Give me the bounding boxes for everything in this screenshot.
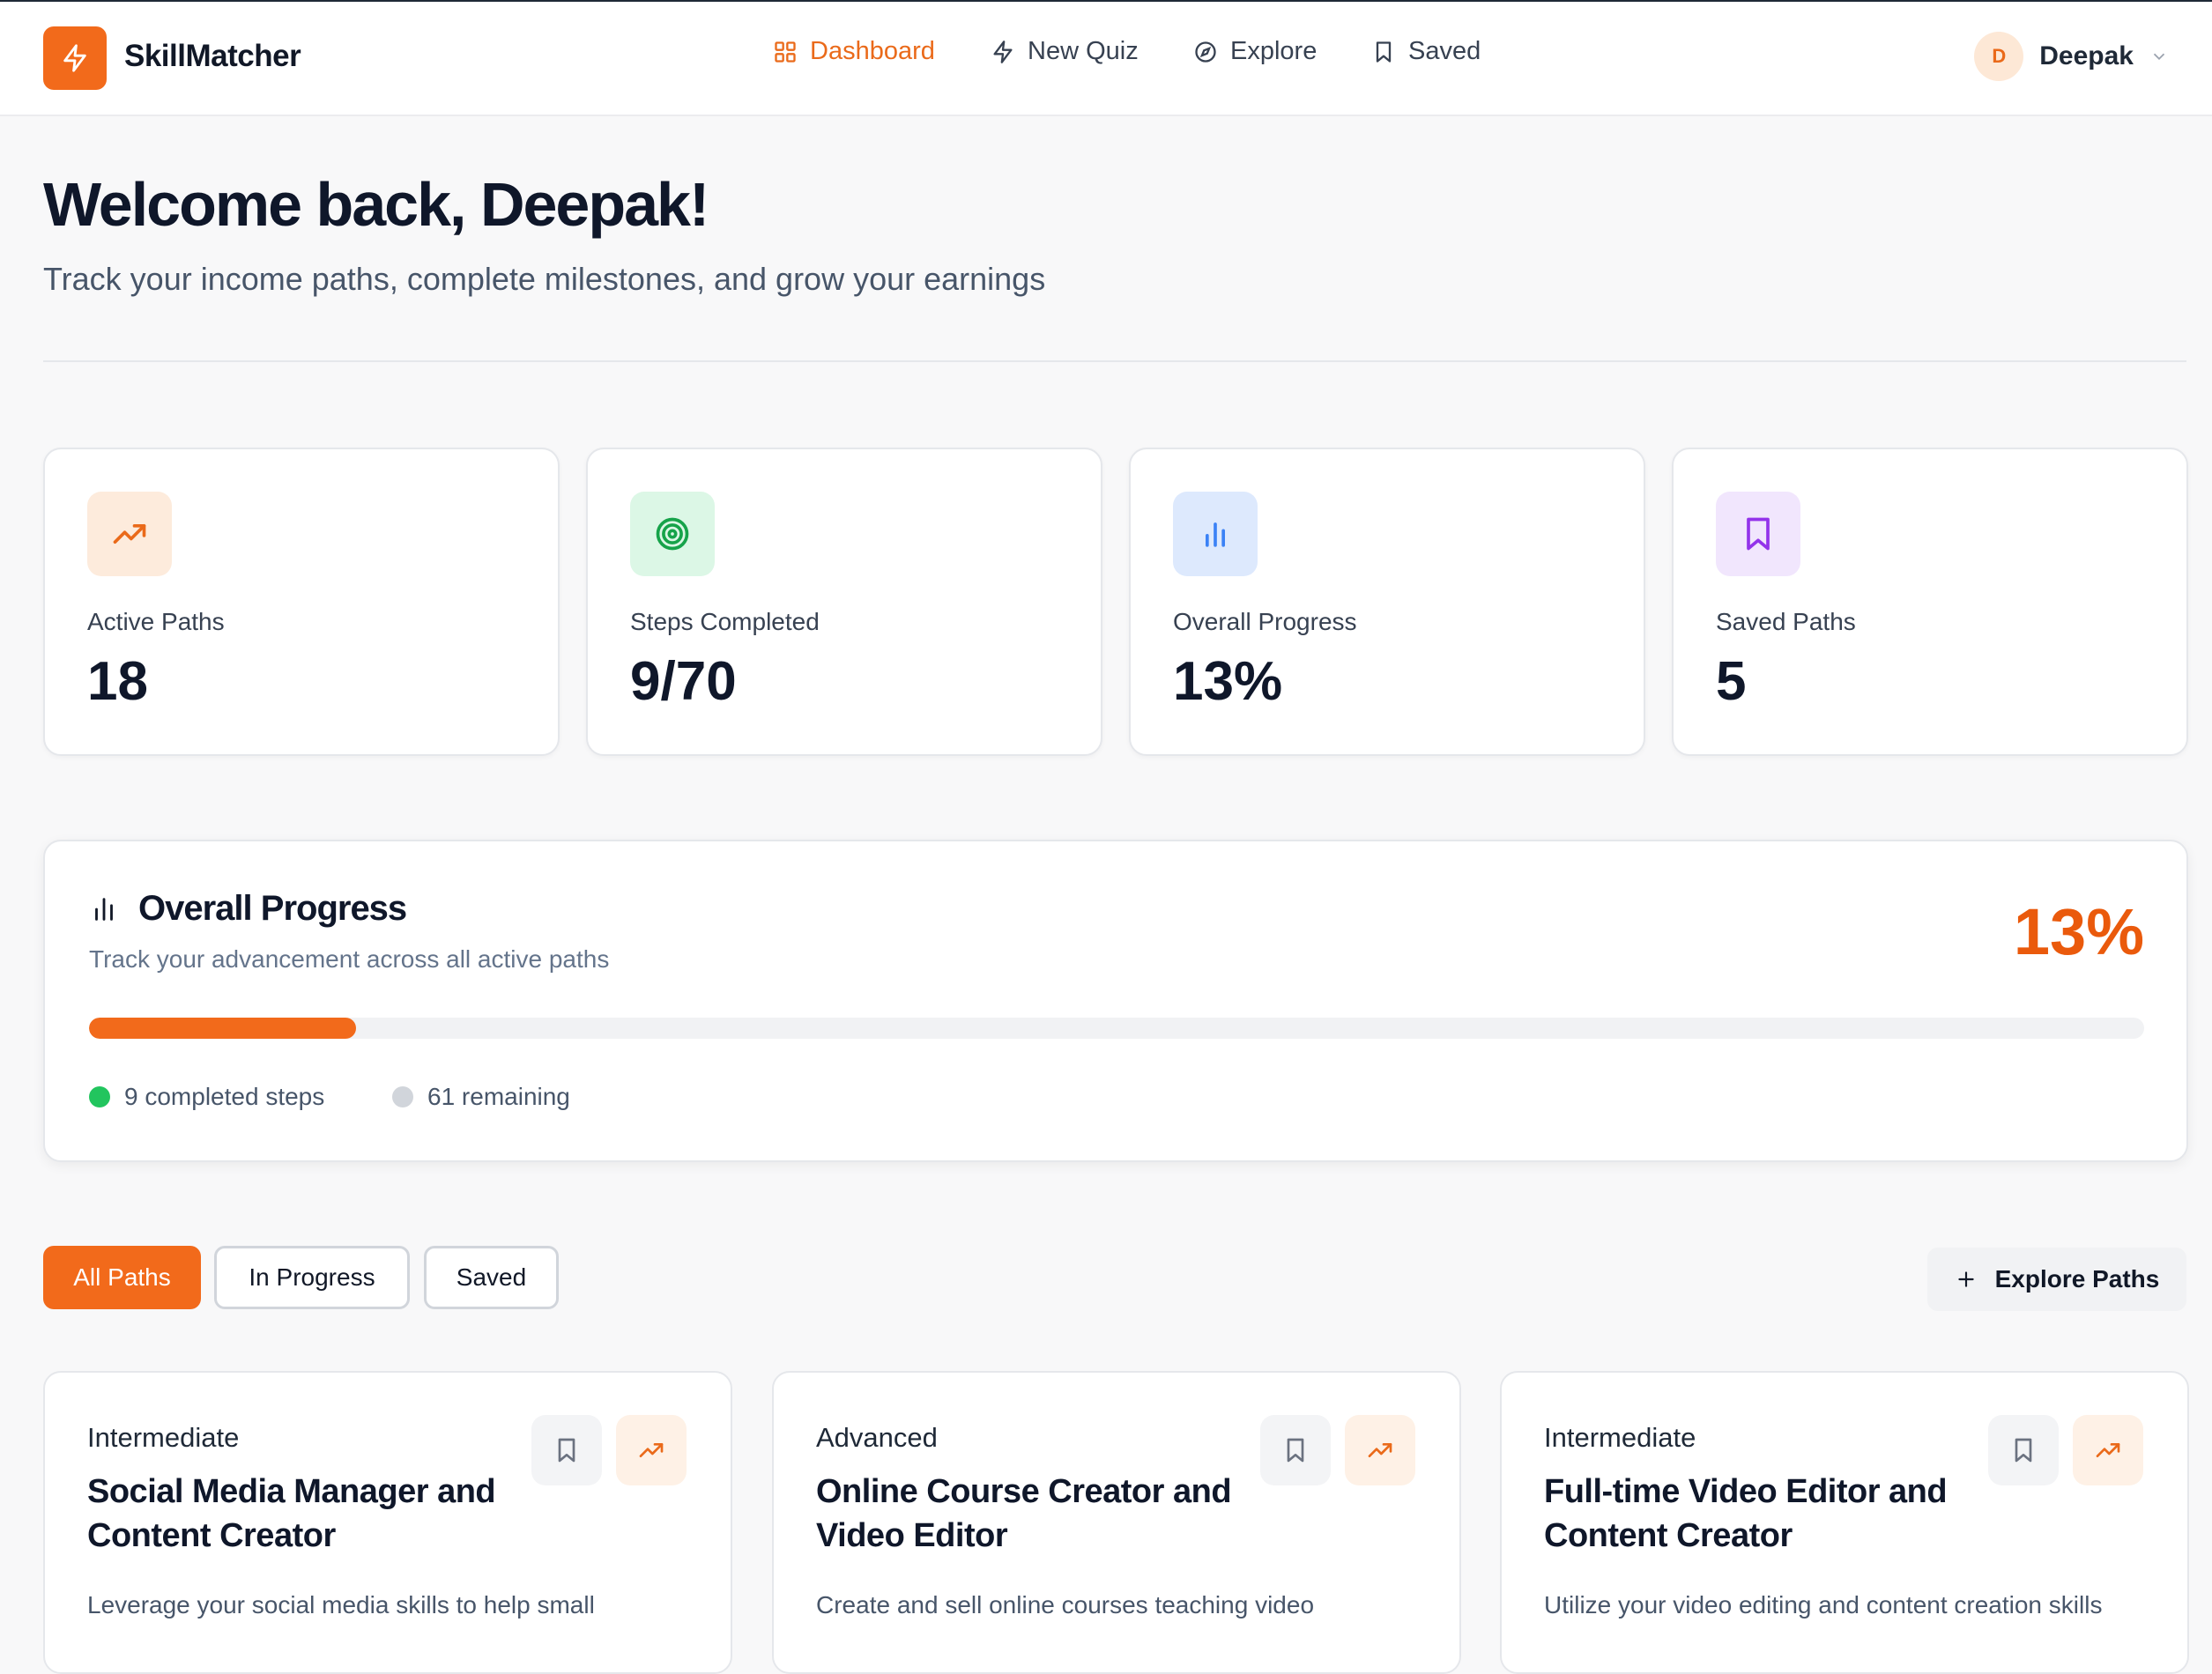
app-logo[interactable]: [43, 26, 107, 90]
user-menu[interactable]: D Deepak: [1974, 32, 2169, 81]
trending-button[interactable]: [616, 1415, 687, 1485]
path-title: Online Course Creator and Video Editor: [816, 1473, 1232, 1554]
progress-percent: 13%: [2013, 895, 2144, 968]
progress-bar-fill: [89, 1018, 357, 1039]
stat-card-active-paths: Active Paths 18: [43, 448, 560, 756]
stat-card-overall-progress: Overall Progress 13%: [1129, 448, 1645, 756]
stat-icon-bg: [630, 492, 715, 576]
compass-icon: [1195, 41, 1216, 63]
filter-saved[interactable]: Saved: [424, 1246, 559, 1309]
filter-in-progress[interactable]: In Progress: [214, 1246, 410, 1309]
stat-card-steps-completed: Steps Completed 9/70: [586, 448, 1102, 756]
page-title: Welcome back, Deepak!: [43, 170, 709, 239]
trending-up-icon: [2096, 1443, 2120, 1457]
progress-subtitle: Track your advancement across all active…: [89, 945, 610, 973]
path-title: Social Media Manager and Content Creator: [87, 1473, 496, 1554]
bookmark-button[interactable]: [1260, 1415, 1331, 1485]
target-icon: [656, 517, 689, 551]
progress-bar: [89, 1018, 2144, 1039]
app-name[interactable]: SkillMatcher: [124, 39, 301, 74]
path-description: Utilize your video editing and content c…: [1544, 1591, 2103, 1618]
stat-icon-bg: [1173, 492, 1258, 576]
lightning-icon: [993, 40, 1013, 63]
filter-all-paths[interactable]: All Paths: [43, 1246, 201, 1309]
trending-up-icon: [1368, 1443, 1392, 1457]
stat-value: 18: [87, 651, 148, 712]
stat-label: Overall Progress: [1173, 608, 1357, 635]
explore-paths-button[interactable]: Explore Paths: [1927, 1248, 2186, 1311]
nav-new-quiz[interactable]: New Quiz: [991, 37, 1139, 66]
bar-chart-icon: [1206, 522, 1225, 547]
bookmark-icon: [1747, 517, 1770, 551]
stat-icon-bg: [87, 492, 172, 576]
path-card[interactable]: Intermediate Full-time Video Editor and …: [1500, 1371, 2189, 1674]
nav-dashboard[interactable]: Dashboard: [773, 37, 935, 66]
top-navbar: SkillMatcher Dashboard New Quiz Explore …: [0, 2, 2212, 116]
nav-explore[interactable]: Explore: [1193, 37, 1317, 66]
divider: [43, 360, 2186, 362]
path-description: Leverage your social media skills to hel…: [87, 1591, 595, 1618]
remaining-label: 61 remaining: [427, 1083, 570, 1110]
chevron-down-icon: [2153, 53, 2165, 61]
bookmark-icon: [2015, 1438, 2032, 1463]
progress-title: Overall Progress: [138, 889, 407, 928]
avatar: D: [1974, 32, 2024, 81]
path-description: Create and sell online courses teaching …: [816, 1591, 1315, 1618]
trending-button[interactable]: [1345, 1415, 1415, 1485]
nav-saved-label: Saved: [1408, 37, 1481, 65]
path-level: Intermediate: [87, 1422, 240, 1453]
stat-icon-bg: [1716, 492, 1800, 576]
path-level: Intermediate: [1544, 1422, 1696, 1453]
stat-value: 13%: [1173, 651, 1283, 712]
stat-label: Steps Completed: [630, 608, 820, 635]
stat-value: 9/70: [630, 651, 737, 712]
path-card[interactable]: Advanced Online Course Creator and Video…: [772, 1371, 1461, 1674]
bookmark-icon: [558, 1438, 575, 1463]
remaining-dot: [392, 1086, 413, 1107]
plus-icon: [1957, 1271, 1974, 1287]
stat-label: Active Paths: [87, 608, 225, 635]
nav-explore-label: Explore: [1230, 37, 1318, 65]
completed-dot: [89, 1086, 110, 1107]
page-subtitle: Track your income paths, complete milest…: [43, 261, 1046, 297]
nav-saved[interactable]: Saved: [1371, 37, 1481, 66]
bookmark-icon: [1376, 41, 1392, 63]
overall-progress-card: Overall Progress Track your advancement …: [43, 840, 2188, 1162]
legend-remaining: 61 remaining: [392, 1083, 570, 1111]
path-level: Advanced: [816, 1422, 938, 1453]
trending-up-icon: [113, 524, 146, 544]
grid-icon: [775, 41, 796, 63]
bookmark-button[interactable]: [531, 1415, 602, 1485]
nav-new-quiz-label: New Quiz: [1028, 37, 1139, 65]
user-name: Deepak: [2039, 41, 2134, 70]
nav-dashboard-label: Dashboard: [810, 37, 935, 65]
stat-value: 5: [1716, 651, 1747, 712]
path-title: Full-time Video Editor and Content Creat…: [1544, 1473, 1948, 1554]
lightning-icon: [63, 44, 86, 72]
stat-label: Saved Paths: [1716, 608, 1856, 635]
legend-completed: 9 completed steps: [89, 1083, 324, 1111]
path-card[interactable]: Intermediate Social Media Manager and Co…: [43, 1371, 732, 1674]
explore-paths-label: Explore Paths: [1994, 1265, 2160, 1293]
trending-button[interactable]: [2073, 1415, 2143, 1485]
trending-up-icon: [639, 1443, 664, 1457]
bookmark-icon: [1287, 1438, 1304, 1463]
bar-chart-icon: [95, 898, 113, 921]
stat-card-saved-paths: Saved Paths 5: [1672, 448, 2188, 756]
completed-label: 9 completed steps: [124, 1083, 325, 1110]
bookmark-button[interactable]: [1988, 1415, 2059, 1485]
